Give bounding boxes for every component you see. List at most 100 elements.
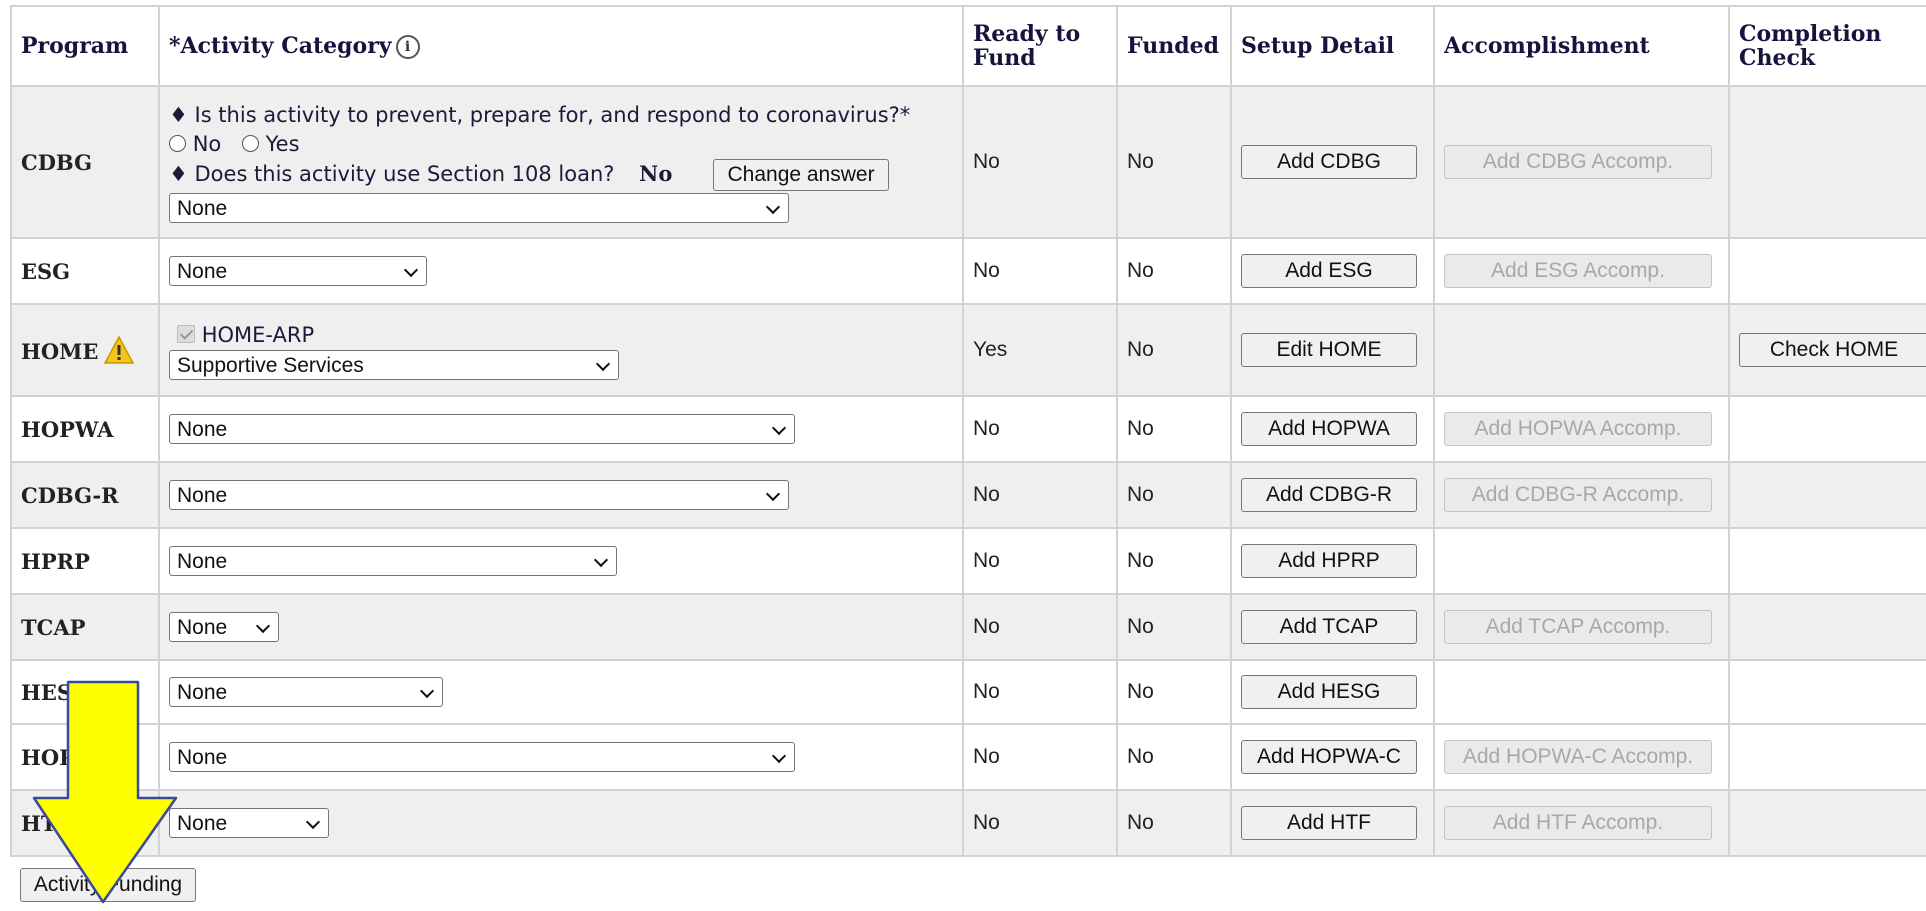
category-select-value: None (177, 681, 228, 704)
header-program: Program (10, 5, 160, 87)
change-answer-button[interactable]: Change answer (713, 159, 890, 191)
ready-to-fund-value: No (962, 593, 1118, 661)
header-category-label: *Activity Category (169, 32, 392, 59)
category-select[interactable]: None (169, 612, 279, 642)
header-setup-detail: Setup Detail (1230, 5, 1435, 87)
accomp-cell: Add ESG Accomp. (1433, 237, 1730, 305)
category-select[interactable]: None (169, 677, 443, 707)
add-hopwa-accomp-button: Add HOPWA Accomp. (1444, 412, 1712, 446)
category-select[interactable]: None (169, 193, 789, 223)
info-icon[interactable]: i (395, 34, 420, 59)
ready-to-fund-value: No (962, 237, 1118, 305)
category-select[interactable]: Supportive Services (169, 349, 619, 380)
setup-cell: Edit HOME (1230, 303, 1435, 397)
ready-to-fund-value: No (962, 789, 1118, 857)
chevron-down-icon (305, 814, 321, 830)
category-select[interactable]: None (169, 808, 329, 838)
accomp-cell: Add HTF Accomp. (1433, 789, 1730, 857)
category-select-value: None (177, 550, 228, 573)
category-select-value: None (177, 616, 228, 639)
add-cdbg-r-accomp-button: Add CDBG-R Accomp. (1444, 478, 1712, 512)
funded-value: No (1116, 303, 1232, 397)
activity-category-cell: None (158, 237, 964, 305)
accomp-cell (1433, 527, 1730, 595)
activity-category-cell: None (158, 789, 964, 857)
add-hopwa-button[interactable]: Add HOPWA (1241, 412, 1417, 446)
chevron-down-icon (771, 748, 787, 764)
category-select[interactable]: None (169, 546, 617, 576)
ready-to-fund-value: Yes (962, 303, 1118, 397)
setup-cell: Add HOPWA (1230, 395, 1435, 463)
table-header-row: Program *Activity Category i Ready to Fun… (10, 5, 1926, 87)
header-completion-check: Completion Check (1728, 5, 1926, 87)
setup-cell: Add CDBG-R (1230, 461, 1435, 529)
category-select[interactable]: None (169, 256, 427, 286)
home-arp-line: HOME-ARP (177, 321, 953, 350)
add-hopwa-c-accomp-button: Add HOPWA-C Accomp. (1444, 740, 1712, 774)
radio-no[interactable] (169, 135, 186, 152)
add-cdbg-button[interactable]: Add CDBG (1241, 145, 1417, 179)
category-select-value: None (177, 260, 228, 283)
funded-value: No (1116, 461, 1232, 529)
activity-program-table: Program *Activity Category i Ready to Fun… (10, 5, 1926, 857)
section108-question-line: ♦ Does this activity use Section 108 loa… (169, 159, 953, 191)
add-esg-button[interactable]: Add ESG (1241, 254, 1417, 288)
header-activity-category: *Activity Category i (158, 5, 964, 87)
check-cell (1728, 461, 1926, 529)
setup-cell: Add ESG (1230, 237, 1435, 305)
check-cell (1728, 237, 1926, 305)
radio-yes-label: Yes (265, 132, 300, 156)
table-row: TCAP None No No Add TCAP Add TCAP Accomp… (10, 593, 1926, 661)
chevron-down-icon (771, 420, 787, 436)
check-cell (1728, 789, 1926, 857)
table-row: HT None No No Add HTF Add HTF Accomp. (10, 789, 1926, 857)
table-row: CDBG ♦ Is this activity to prevent, prep… (10, 85, 1926, 239)
header-ready-to-fund: Ready to Fund (962, 5, 1118, 87)
category-select-value: Supportive Services (177, 353, 364, 377)
accomp-cell: Add HOPWA-C Accomp. (1433, 723, 1730, 791)
coronavirus-question: ♦ Is this activity to prevent, prepare f… (169, 103, 911, 127)
setup-cell: Add HTF (1230, 789, 1435, 857)
add-tcap-button[interactable]: Add TCAP (1241, 610, 1417, 644)
program-name: HOPWA (10, 395, 160, 463)
chevron-down-icon (765, 199, 781, 215)
table-row: HOPWA None No No Add HOPWA Add HOPWA Acc… (10, 395, 1926, 463)
add-hprp-button[interactable]: Add HPRP (1241, 544, 1417, 578)
funded-value: No (1116, 659, 1232, 725)
activity-category-cell: None (158, 593, 964, 661)
setup-cell: Add HPRP (1230, 527, 1435, 595)
chevron-down-icon (403, 262, 419, 278)
accomp-cell: Add HOPWA Accomp. (1433, 395, 1730, 463)
table-row: HOP None No No Add HOPWA-C Add HOPWA-C A… (10, 723, 1926, 791)
add-htf-button[interactable]: Add HTF (1241, 806, 1417, 840)
activity-category-cell: None (158, 659, 964, 725)
ready-to-fund-value: No (962, 659, 1118, 725)
home-arp-checkbox (177, 324, 195, 343)
activity-program-table-container: Program *Activity Category i Ready to Fun… (10, 5, 1926, 857)
category-select[interactable]: None (169, 414, 795, 444)
add-cdbg-accomp-button: Add CDBG Accomp. (1444, 145, 1712, 179)
radio-yes[interactable] (241, 135, 259, 152)
setup-cell: Add HESG (1230, 659, 1435, 725)
category-select[interactable]: None (169, 742, 795, 772)
activity-category-cell: None (158, 461, 964, 529)
add-cdbg-r-button[interactable]: Add CDBG-R (1241, 478, 1417, 512)
funded-value: No (1116, 85, 1232, 239)
ready-to-fund-value: No (962, 723, 1118, 791)
funded-value: No (1116, 789, 1232, 857)
category-select[interactable]: None (169, 480, 789, 510)
funded-value: No (1116, 593, 1232, 661)
table-row: HPRP None No No Add HPRP (10, 527, 1926, 595)
check-cell (1728, 527, 1926, 595)
activity-category-cell: None (158, 527, 964, 595)
add-hesg-button[interactable]: Add HESG (1241, 675, 1417, 709)
accomp-cell (1433, 659, 1730, 725)
edit-home-button[interactable]: Edit HOME (1241, 333, 1417, 367)
yellow-down-arrow-icon (32, 680, 178, 904)
check-home-button[interactable]: Check HOME (1739, 333, 1926, 367)
add-hopwa-c-button[interactable]: Add HOPWA-C (1241, 740, 1417, 774)
check-cell: Check HOME (1728, 303, 1926, 397)
category-select-value: None (177, 197, 228, 220)
funded-value: No (1116, 723, 1232, 791)
add-htf-accomp-button: Add HTF Accomp. (1444, 806, 1712, 840)
